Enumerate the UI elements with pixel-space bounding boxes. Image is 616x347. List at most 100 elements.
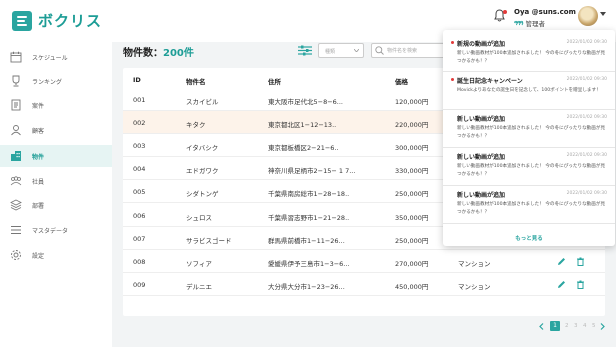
cell-id: 007 bbox=[133, 234, 146, 243]
cell-address: 群馬県前橋市1−11−26... bbox=[268, 236, 345, 245]
notification-body: 新しい動画教材が100本追加されました！ 今の冬にぴったりな動画が見つかるかも！… bbox=[457, 51, 606, 64]
edit-icon[interactable] bbox=[557, 257, 566, 266]
notification-body: Movickよりあなたの誕生日を記念して、100ポイントを贈呈します！ bbox=[457, 88, 601, 93]
page-link[interactable]: 4 bbox=[583, 323, 587, 329]
notification-title: 新しい動画が追加 bbox=[457, 154, 506, 161]
notification-item[interactable]: 新規の動画が追加 2022/01/02 09:30 新しい動画教材が100本追加され… bbox=[443, 35, 615, 72]
cell-address: 東京都北区1−12−13.. bbox=[268, 121, 337, 130]
cell-name: シュロス bbox=[186, 213, 212, 222]
calendar-icon bbox=[10, 51, 22, 63]
cell-address: 千葉県南房総市1−28−18.. bbox=[268, 190, 350, 199]
chevron-down-icon[interactable] bbox=[600, 12, 606, 16]
notification-panel: 新規の動画が追加 2022/01/02 09:30 新しい動画教材が100本追加され… bbox=[443, 30, 615, 246]
unread-dot bbox=[451, 78, 454, 81]
cell-address: 神奈川県足柄市2−15− 1 7... bbox=[268, 167, 356, 176]
sidebar-item[interactable]: ランキング bbox=[0, 70, 112, 92]
sidebar-item[interactable]: スケジュール bbox=[0, 46, 112, 68]
cell-price: 270,000円 bbox=[395, 259, 429, 268]
page-link[interactable]: 5 bbox=[592, 323, 596, 329]
property-count: 200件 bbox=[163, 48, 194, 59]
notification-date: 2022/01/02 09:30 bbox=[566, 115, 607, 120]
cell-price: 350,000円 bbox=[395, 213, 429, 222]
chevron-down-icon bbox=[354, 49, 359, 52]
search-placeholder: 物件名を検索 bbox=[387, 48, 418, 54]
column-header-id[interactable]: ID bbox=[133, 76, 141, 84]
notification-item[interactable]: 誕生日記念キャンペーン 2022/01/02 09:30 Movickよりあなたの誕… bbox=[443, 72, 615, 110]
sidebar-item[interactable]: 物件 bbox=[0, 145, 112, 167]
sidebar-item[interactable]: 顧客 bbox=[0, 119, 112, 141]
notification-date: 2022/01/02 09:30 bbox=[566, 191, 607, 196]
user-email: Oya @suns.com bbox=[514, 8, 576, 16]
cell-address: 東大阪市足代北5−8−6... bbox=[268, 98, 343, 106]
sidebar-item[interactable]: 部署 bbox=[0, 194, 112, 216]
cell-type: マンション bbox=[458, 259, 491, 268]
column-header-price[interactable]: 価格 bbox=[395, 76, 408, 86]
list-icon bbox=[10, 224, 22, 236]
edit-icon[interactable] bbox=[557, 280, 566, 289]
column-header-name[interactable]: 物件名 bbox=[186, 76, 206, 86]
cell-id: 008 bbox=[133, 257, 146, 266]
role-label: 管理者 bbox=[525, 20, 546, 28]
page-current[interactable]: 1 bbox=[550, 321, 560, 331]
trash-icon[interactable] bbox=[576, 280, 585, 289]
trash-icon[interactable] bbox=[576, 257, 585, 266]
notification-date: 2022/01/02 09:30 bbox=[566, 77, 607, 82]
cell-name: サラビスゴード bbox=[186, 236, 232, 245]
gear-icon bbox=[10, 249, 22, 261]
logo-icon bbox=[12, 10, 32, 31]
cell-id: 001 bbox=[133, 96, 146, 104]
person-icon bbox=[10, 124, 22, 136]
notification-body: 新しい動画教材が100本追加されました！ 今の冬にぴったりな動画が見つかるかも！… bbox=[457, 202, 606, 215]
table-row[interactable]: 008 ソフィア 愛媛県伊予三島市1−3−6... 270,000円 マンション bbox=[123, 250, 605, 273]
sidebar-item-label: 社員 bbox=[32, 178, 45, 186]
cell-id: 009 bbox=[133, 280, 146, 289]
table-row[interactable]: 009 デルニエ 大分県大分市1−23−26... 450,000円 マンション bbox=[123, 273, 605, 296]
notification-item[interactable]: 新しい動画が追加 2022/01/02 09:30 新しい動画教材が100本追加され… bbox=[443, 186, 615, 224]
cell-id: 002 bbox=[133, 119, 146, 128]
cell-price: 450,000円 bbox=[395, 282, 429, 291]
sidebar-item-label: 顧客 bbox=[32, 127, 45, 135]
notification-body: 新しい動画教材が100本追加されました！ 今の冬にぴったりな動画が見つかるかも！… bbox=[457, 126, 606, 139]
cell-name: ソフィア bbox=[186, 259, 212, 268]
notification-title: 新規の動画が追加 bbox=[457, 41, 506, 48]
sidebar-item-label: スケジュール bbox=[32, 54, 68, 62]
page-title: 物件数：200件 bbox=[123, 48, 194, 59]
sidebar-item[interactable]: マスタデータ bbox=[0, 219, 112, 241]
notification-dot bbox=[503, 10, 507, 14]
cell-name: イタバシク bbox=[186, 144, 219, 153]
filter-icon[interactable] bbox=[298, 45, 312, 56]
app-logo[interactable]: ボクリス bbox=[12, 10, 102, 31]
document-icon bbox=[10, 99, 22, 111]
cell-address: 東京都板橋区2−21−6.. bbox=[268, 144, 339, 153]
cell-id: 006 bbox=[133, 211, 146, 220]
page-link[interactable]: 2 bbox=[565, 323, 569, 329]
sidebar-item[interactable]: 案件 bbox=[0, 94, 112, 116]
cell-address: 愛媛県伊予三島市1−3−6... bbox=[268, 259, 350, 268]
unread-dot bbox=[451, 41, 454, 44]
sidebar-item[interactable]: 社員 bbox=[0, 170, 112, 192]
page-link[interactable]: 3 bbox=[574, 323, 578, 329]
notification-item[interactable]: 新しい動画が追加 2022/01/02 09:30 新しい動画教材が100本追加され… bbox=[443, 110, 615, 148]
notification-item[interactable]: 新しい動画が追加 2022/01/02 09:30 新しい動画教材が100本追加され… bbox=[443, 148, 615, 186]
cell-id: 004 bbox=[133, 165, 146, 174]
trophy-icon bbox=[10, 75, 22, 87]
sidebar-item-label: 案件 bbox=[32, 102, 45, 110]
see-more-link[interactable]: もっと見る bbox=[443, 234, 615, 242]
cell-name: キタク bbox=[186, 121, 206, 130]
chevron-left-icon[interactable] bbox=[539, 323, 544, 330]
cell-name: スカイビル bbox=[186, 98, 219, 106]
column-header-address[interactable]: 住所 bbox=[268, 76, 281, 86]
search-icon bbox=[375, 46, 384, 55]
cell-name: シダトンゲ bbox=[186, 190, 219, 199]
sidebar-item-label: ランキング bbox=[32, 78, 62, 86]
notification-title: 新しい動画が追加 bbox=[457, 192, 506, 199]
user-role: ዓዓዓ 管理者 bbox=[514, 18, 546, 29]
avatar[interactable] bbox=[578, 6, 598, 26]
role-icons: ዓዓዓ bbox=[514, 18, 523, 27]
cell-name: デルニエ bbox=[186, 282, 212, 291]
sidebar-item[interactable]: 設定 bbox=[0, 244, 112, 266]
sidebar-item-label: マスタデータ bbox=[32, 227, 69, 235]
cell-name: エドガワク bbox=[186, 167, 219, 176]
sidebar-item-label: 物件 bbox=[32, 153, 45, 161]
chevron-right-icon[interactable] bbox=[600, 323, 605, 330]
